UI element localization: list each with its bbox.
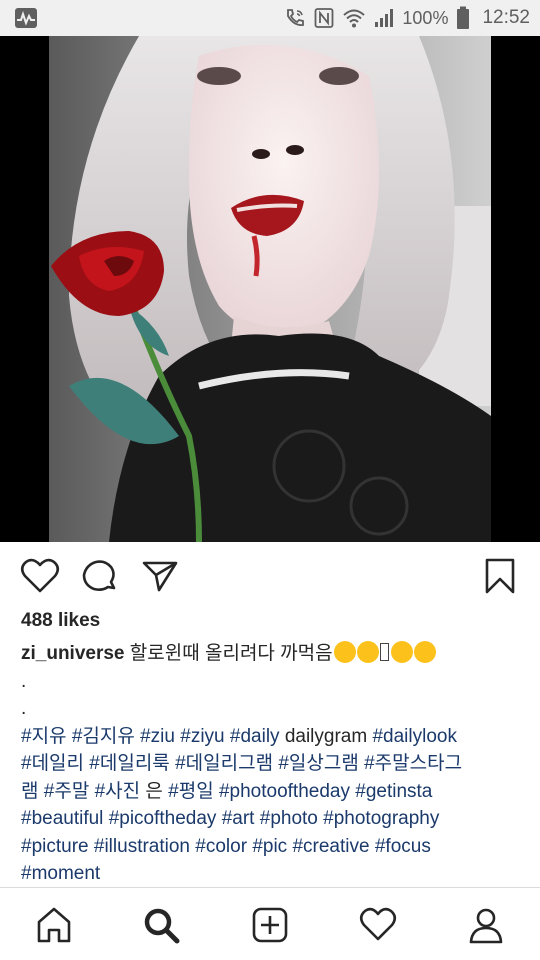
status-time: 12:52 xyxy=(482,7,530,28)
hashtag[interactable]: #creative xyxy=(292,836,369,857)
caption-line-1: zi_universe 할로윈때 올리려다 까먹음 xyxy=(21,640,526,668)
bookmark-icon[interactable] xyxy=(480,558,520,594)
hashtag[interactable]: #dailylook xyxy=(372,726,457,747)
caption-word: dailygram xyxy=(284,725,368,747)
hashtag[interactable]: #getinsta xyxy=(355,781,432,802)
hashtag[interactable]: #beautiful xyxy=(21,808,103,829)
hashtag[interactable]: 램 xyxy=(21,781,38,802)
hashtag[interactable]: #데일리 xyxy=(21,753,84,774)
hashtag-line: #데일리 #데일리룩 #데일리그램 #일상그램 #주말스타그 xyxy=(21,750,526,778)
hashtag[interactable]: #주말스타그 xyxy=(364,753,462,774)
caption-text: 할로윈때 올리려다 까먹음 xyxy=(129,643,333,664)
hashtag[interactable]: #focus xyxy=(375,836,431,857)
status-indicators: 100% 12:52 xyxy=(284,0,530,36)
post-actions xyxy=(0,546,540,606)
hashtag-line: 램 #주말 #사진 은 #평일 #photooftheday #getinsta xyxy=(21,778,526,806)
share-icon[interactable] xyxy=(140,558,180,594)
heart-icon[interactable] xyxy=(20,558,60,594)
hashtag[interactable]: #moment xyxy=(21,863,100,884)
profile-icon[interactable] xyxy=(467,906,505,944)
hashtag-line: #picture #illustration #color #pic #crea… xyxy=(21,833,526,861)
hashtag[interactable]: #김지유 xyxy=(72,726,135,747)
home-icon[interactable] xyxy=(35,906,73,944)
wifi-icon xyxy=(343,9,366,28)
hashtag[interactable]: #pic xyxy=(252,836,287,857)
hashtag[interactable]: #데일리그램 xyxy=(175,753,273,774)
status-bar: 100% 12:52 xyxy=(0,0,540,36)
tongue-emoji-icon xyxy=(356,641,379,663)
hashtag[interactable]: #주말 xyxy=(44,781,90,802)
username[interactable]: zi_universe xyxy=(21,643,125,664)
hashtag[interactable]: #art xyxy=(222,808,255,829)
smirk-emoji-icon xyxy=(333,641,356,663)
hashtag-line: #moment xyxy=(21,860,526,888)
activity-icon xyxy=(14,7,38,29)
like-count[interactable]: 488 likes xyxy=(21,610,100,632)
wifi-call-icon xyxy=(287,9,305,26)
activity-heart-icon[interactable] xyxy=(359,906,397,944)
hashtag[interactable]: #photooftheday xyxy=(219,781,350,802)
hashtag-line: #지유 #김지유 #ziu #ziyu #daily dailygram #da… xyxy=(21,723,526,751)
caption-dot: . xyxy=(21,698,27,719)
hashtag[interactable]: #photo xyxy=(260,808,318,829)
hashtag[interactable]: #picture xyxy=(21,836,89,857)
add-post-icon[interactable] xyxy=(251,906,289,944)
hashtag-line: #beautiful #picoftheday #art #photo #pho… xyxy=(21,805,526,833)
unknown-glyph-icon xyxy=(379,643,389,661)
hashtag[interactable]: #ziu xyxy=(140,726,175,747)
hashtag[interactable]: #사진 xyxy=(95,781,141,802)
star-eyes-emoji-icon xyxy=(390,641,413,663)
comment-icon[interactable] xyxy=(80,558,120,594)
hashtag[interactable]: #photography xyxy=(323,808,439,829)
signal-icon xyxy=(375,9,394,27)
nfc-icon xyxy=(315,8,334,28)
post-caption: zi_universe 할로윈때 올리려다 까먹음 . . #지유 #김지유 #… xyxy=(21,640,526,888)
hashtag[interactable]: #ziyu xyxy=(180,726,224,747)
star-eyes-emoji-icon xyxy=(413,641,436,663)
hashtag[interactable]: #지유 xyxy=(21,726,67,747)
battery-percent: 100% xyxy=(402,7,449,28)
caption-dot: . xyxy=(21,670,27,692)
hashtag[interactable]: #illustration xyxy=(94,836,190,857)
hashtag[interactable]: #daily xyxy=(230,726,280,747)
hashtag[interactable]: #데일리룩 xyxy=(89,753,170,774)
search-icon[interactable] xyxy=(142,906,180,944)
bottom-nav xyxy=(0,887,540,960)
post-photo[interactable] xyxy=(49,36,491,542)
hashtag[interactable]: #평일 xyxy=(168,781,214,802)
hashtag[interactable]: #picoftheday xyxy=(109,808,217,829)
hashtag[interactable]: #일상그램 xyxy=(278,753,359,774)
battery-icon xyxy=(457,6,470,29)
hashtag[interactable]: #color xyxy=(195,836,247,857)
caption-word: 은 xyxy=(145,780,163,802)
post-image[interactable] xyxy=(0,36,540,542)
